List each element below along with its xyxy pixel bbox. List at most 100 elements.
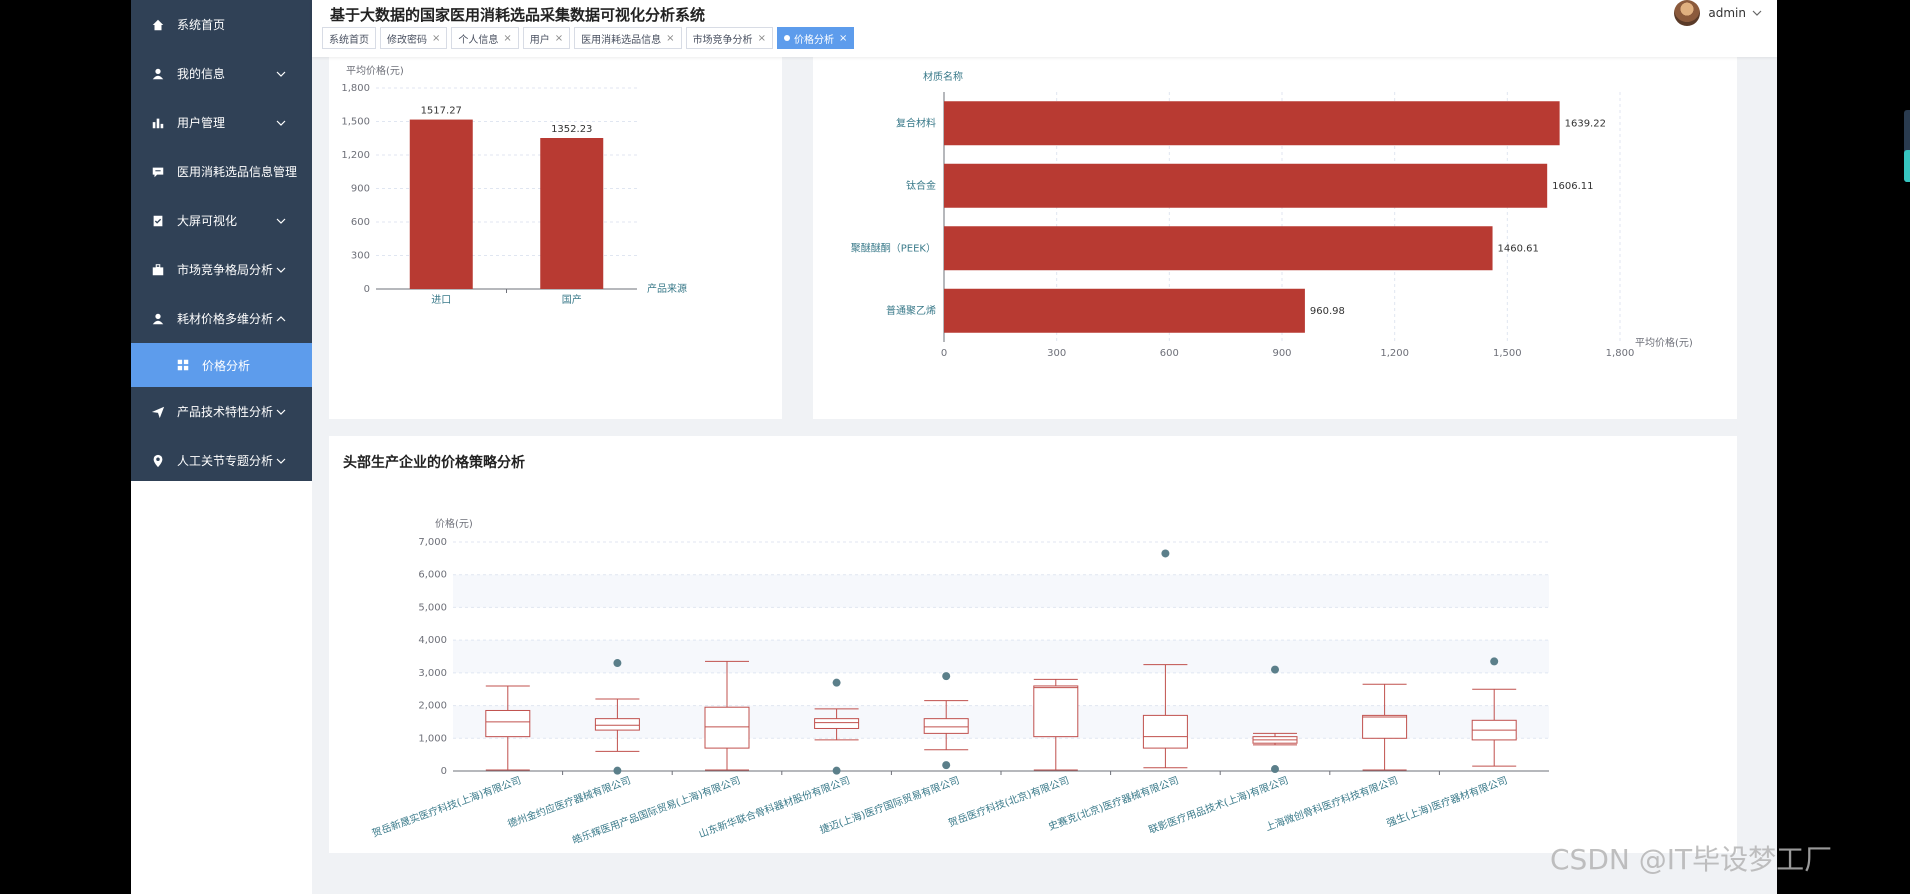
chevron-down-icon [276,267,286,273]
close-icon[interactable]: × [503,33,511,44]
grid-band [453,574,1549,608]
tab-0[interactable]: 系统首页 [322,27,376,49]
close-icon[interactable]: × [555,33,563,44]
y-axis-label: 材质名称 [923,70,963,83]
close-icon[interactable]: × [666,33,674,44]
x-tick-label: 0 [941,348,947,359]
outlier-point [832,678,841,687]
y-tick-label: 7,000 [418,537,447,548]
x-tick-label: 900 [1272,348,1291,359]
tab-1[interactable]: 修改密码 × [380,27,448,49]
y-tick-label: 钛合金 [906,179,936,192]
username: admin [1708,6,1746,20]
sidebar-item-main-5[interactable]: 市场竞争格局分析 [131,245,312,294]
clipboard-check-icon [151,214,165,228]
map-pin-icon [151,454,165,468]
box [1142,714,1188,749]
outlier-point [613,766,622,775]
tab-5[interactable]: 市场竞争分析 × [685,27,773,49]
home-icon [151,18,165,32]
tab-label: 修改密码 [387,34,427,46]
outlier-point [1161,549,1170,558]
tab-label: 医用消耗选品信息 [581,34,662,46]
y-tick-label: 1,500 [341,117,370,128]
y-tick-label: 5,000 [418,602,447,613]
bar-chart-icon [151,116,165,130]
data-label: 960.98 [1310,306,1345,317]
outlier-point [832,766,841,775]
tab-label: 用户 [529,34,550,46]
user-icon [151,67,165,81]
sidebar-item-main-2[interactable]: 用户管理 [131,98,312,147]
x-tick-label: 皓乐辉医用产品国际贸易(上海)有限公司 [570,774,742,847]
box [594,718,640,731]
y-tick-label: 6,000 [418,570,447,581]
chevron-down-icon [1752,10,1762,16]
chevron-down-icon [276,458,286,464]
x-tick-label: 600 [1160,348,1179,359]
outlier-point [1271,765,1279,774]
user-menu[interactable]: admin [1674,0,1762,26]
grid-icon [176,358,190,372]
bar [944,288,1305,333]
box [814,718,860,729]
sidebar-item-main-4[interactable]: 大屏可视化 [131,196,312,245]
box [923,718,969,734]
outlier-point [1271,665,1279,674]
sidebar-item-main-1[interactable]: 我的信息 [131,49,312,98]
y-tick-label: 聚醚醚酮（PEEK） [851,241,936,254]
sidebar-item-after-1[interactable]: 人工关节专题分析 [131,436,312,485]
tab-4[interactable]: 医用消耗选品信息 × [574,27,682,49]
data-label: 1639.22 [1565,118,1606,129]
sidebar-item-label: 大屏可视化 [177,214,238,228]
chevron-up-icon [276,315,286,321]
close-icon[interactable]: × [758,33,766,44]
y-tick-label: 600 [351,217,370,228]
y-axis-label: 平均价格(元) [346,64,404,77]
sidebar-item-label: 系统首页 [177,18,226,32]
box [704,706,750,749]
card-company-price: 头部生产企业的价格策略分析 0 1,000 2,000 3,000 4,000 5,000… [329,436,1737,853]
sidebar-item-main-0[interactable]: 系统首页 [131,0,312,49]
send-icon [151,405,165,419]
sidebar-item-after-0[interactable]: 产品技术特性分析 [131,387,312,436]
bar [409,119,473,289]
grid-band [453,640,1549,673]
x-tick-label: 贺岳新晟实医疗科技(上海)有限公司 [370,774,523,840]
sidebar-item-label: 产品技术特性分析 [177,405,274,419]
chevron-down-icon [276,409,286,415]
y-tick-label: 3,000 [418,668,447,679]
x-axis-label: 产品来源 [647,282,687,295]
x-tick-label: 进口 [431,294,451,306]
y-tick-label: 0 [364,284,370,295]
x-axis-label: 平均价格(元) [1635,336,1693,349]
x-tick-label: 强生(上海)医疗器材有限公司 [1385,774,1510,830]
data-label: 1606.11 [1552,181,1593,192]
x-tick-label: 1,200 [1380,348,1409,359]
box [485,709,531,738]
close-icon[interactable]: × [432,33,440,44]
y-tick-label: 300 [351,251,370,262]
bar [944,163,1548,208]
sidebar-item-label: 人工关节专题分析 [177,454,274,468]
y-tick-label: 1,000 [418,733,447,744]
bar [944,101,1560,146]
y-axis-label: 价格(元) [435,517,473,530]
main-area: 基于大数据的国家医用消耗选品采集数据可视化分析系统 系统首页 修改密码 × 个人信息 ×… [312,0,1777,894]
sidebar-item-label: 耗材价格多维分析 [177,312,274,326]
header: 基于大数据的国家医用消耗选品采集数据可视化分析系统 系统首页 修改密码 × 个人信息 ×… [312,0,1777,57]
tab-6[interactable]: 价格分析 × [776,27,855,49]
bar-chart-source: 0 300 600 900 1,200 1,500 1,800 平均价格(元) 产品来源 1517… [341,64,687,306]
tab-2[interactable]: 个人信息 × [451,27,519,49]
avatar[interactable] [1674,0,1701,26]
close-icon[interactable]: × [839,33,847,44]
sidebar-item-price-analysis[interactable]: 价格分析 [131,343,312,387]
outlier-point [942,672,951,681]
y-tick-label: 1,800 [341,83,370,94]
sidebar-item-main-6[interactable]: 耗材价格多维分析 [131,294,312,343]
bar-chart-material: 0 300 600 900 1,200 1,500 1,800 材质名称平均价格(元) 1639… [851,70,1693,359]
tab-3[interactable]: 用户 × [522,27,571,49]
x-tick-label: 300 [1047,348,1066,359]
briefcase-icon [151,263,165,277]
sidebar-item-main-3[interactable]: 医用消耗选品信息管理 [131,147,312,196]
